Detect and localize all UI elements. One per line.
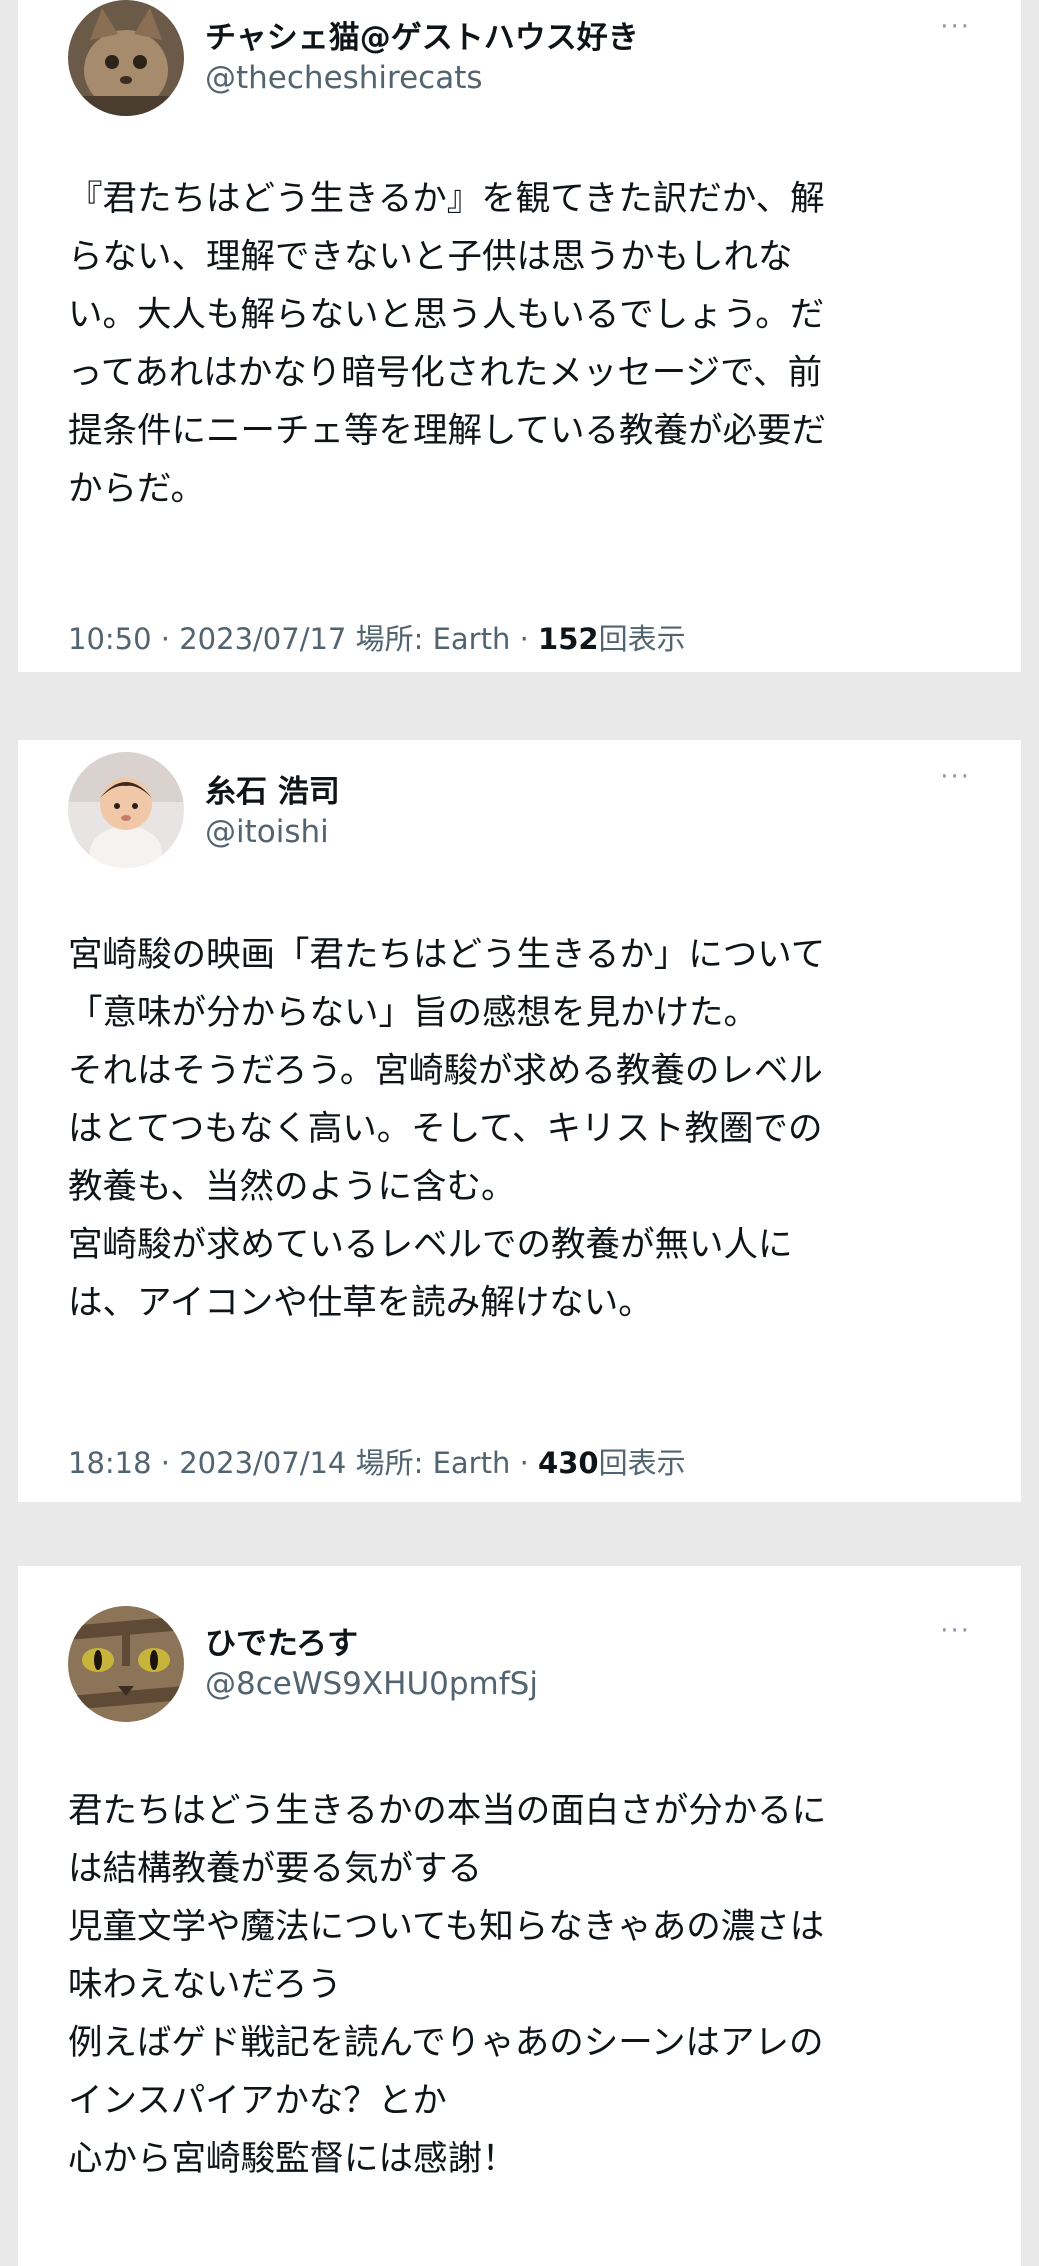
tweet-text-line: 教養も、当然のように含む。 <box>68 1167 516 1207</box>
tweet-text-line: ってあれはかなり暗号化されたメッセージで、前 <box>68 353 823 393</box>
more-options-icon[interactable]: ··· <box>940 762 971 792</box>
tweet-meta: 10:50 · 2023/07/17 場所: Earth · 152回表示 <box>68 616 686 658</box>
author-name[interactable]: ひでたろす <box>205 1618 358 1663</box>
tweet-text-line: らない、理解できないと子供は思うかもしれな <box>68 237 793 277</box>
avatar-tabby-cat-icon[interactable] <box>68 1606 184 1722</box>
tweet-text-line: 例えばゲド戦記を読んでりゃあのシーンはアレの <box>68 2023 824 2063</box>
author-name[interactable]: チャシェ猫@ゲストハウス好き <box>205 12 639 57</box>
avatar-baby-icon[interactable] <box>68 752 184 868</box>
tweet-card[interactable]: ひでたろす @8ceWS9XHU0pmfSj ··· 君たちはどう生きるかの本当… <box>18 1566 1021 2266</box>
tweet-text-line: 宮崎駿の映画「君たちはどう生きるか」について <box>68 935 826 975</box>
timestamp-location[interactable]: 10:50 · 2023/07/17 場所: Earth · <box>68 622 538 656</box>
tweet-text-line: 「意味が分からない」旨の感想を見かけた。 <box>68 993 758 1033</box>
tweet-text-line: 味わえないだろう <box>68 1965 342 2005</box>
author-handle[interactable]: @itoishi <box>205 814 329 850</box>
tweet-card[interactable]: チャシェ猫@ゲストハウス好き @thecheshirecats ··· 『君たち… <box>18 0 1021 672</box>
tweet-text-line: 心から宮崎駿監督には感謝！ <box>68 2139 517 2179</box>
tweet-text-line: はとてつもなく高い。そして、キリスト教圏での <box>68 1109 823 1149</box>
author-handle[interactable]: @thecheshirecats <box>205 60 483 96</box>
tweet-meta: 18:18 · 2023/07/14 場所: Earth · 430回表示 <box>68 1440 686 1482</box>
tweet-text-line: 宮崎駿が求めているレベルでの教養が無い人に <box>68 1225 793 1265</box>
tweet-text-line: それはそうだろう。宮崎駿が求める教養のレベル <box>68 1051 823 1091</box>
tweet-text-line: は、アイコンや仕草を読み解けない。 <box>68 1283 653 1323</box>
more-options-icon[interactable]: ··· <box>940 12 971 42</box>
tweet-text-line: インスパイアかな？とか <box>68 2081 447 2121</box>
author-name[interactable]: 糸石 浩司 <box>205 766 340 811</box>
view-count: 152 <box>538 622 599 656</box>
tweet-text: 宮崎駿の映画「君たちはどう生きるか」について 「意味が分からない」旨の感想を見か… <box>68 926 978 1332</box>
tweet-text-line: 君たちはどう生きるかの本当の面白さが分かるに <box>68 1791 827 1831</box>
tweet-text-line: 提条件にニーチェ等を理解している教養が必要だ <box>68 411 826 451</box>
tweet-text-line: は結構教養が要る気がする <box>68 1849 482 1889</box>
author-handle[interactable]: @8ceWS9XHU0pmfSj <box>205 1666 538 1702</box>
tweet-text: 君たちはどう生きるかの本当の面白さが分かるに は結構教養が要る気がする 児童文学… <box>68 1782 978 2188</box>
view-count-label: 回表示 <box>598 1446 686 1480</box>
tweet-text: 『君たちはどう生きるか』を観てきた訳だか、解 らない、理解できないと子供は思うか… <box>68 170 978 518</box>
more-options-icon[interactable]: ··· <box>940 1616 971 1646</box>
tweet-text-line: からだ。 <box>68 469 205 509</box>
tweet-text-line: 『君たちはどう生きるか』を観てきた訳だか、解 <box>68 179 825 219</box>
view-count-label: 回表示 <box>598 622 686 656</box>
view-count: 430 <box>538 1446 599 1480</box>
timestamp-location[interactable]: 18:18 · 2023/07/14 場所: Earth · <box>68 1446 538 1480</box>
tweet-card[interactable]: 糸石 浩司 @itoishi ··· 宮崎駿の映画「君たちはどう生きるか」につい… <box>18 740 1021 1502</box>
tweet-text-line: 児童文学や魔法についても知らなきゃあの濃さは <box>68 1907 825 1947</box>
tweet-text-line: い。大人も解らないと思う人もいるでしょう。だ <box>68 295 825 335</box>
avatar-cat-icon[interactable] <box>68 0 184 116</box>
tweet-feed: チャシェ猫@ゲストハウス好き @thecheshirecats ··· 『君たち… <box>0 0 1039 2266</box>
